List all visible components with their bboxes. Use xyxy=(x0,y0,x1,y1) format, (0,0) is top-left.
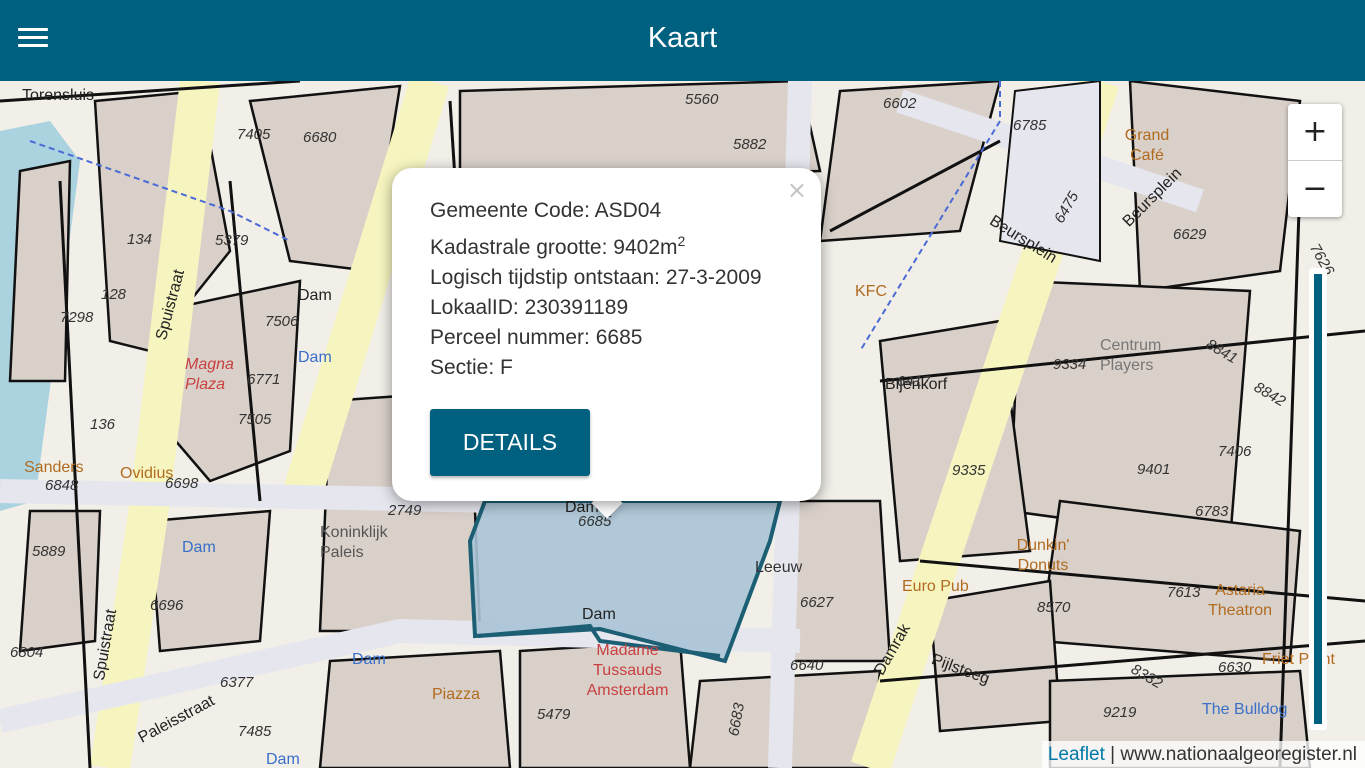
map-attribution: Leaflet | www.nationaalgeoregister.nl xyxy=(1041,741,1365,768)
street-label: Dam xyxy=(298,349,332,366)
parcel-number: 6680 xyxy=(303,129,337,146)
parcel-number: 8570 xyxy=(1037,599,1071,616)
close-icon[interactable]: × xyxy=(787,176,807,204)
parcel-number: 6417 xyxy=(897,373,931,390)
parcel-number: 9335 xyxy=(952,462,986,479)
leaflet-link[interactable]: Leaflet xyxy=(1048,744,1105,765)
gemeente-code-row: Gemeente Code: ASD04 xyxy=(430,199,662,222)
parcel-number: 6785 xyxy=(1013,117,1047,134)
poi-label: Sanders xyxy=(24,459,84,476)
parcel-number: 134 xyxy=(127,231,153,248)
attribution-separator: | xyxy=(1104,744,1121,765)
parcel-number: 9334 xyxy=(1053,356,1087,373)
zoom-control: + − xyxy=(1288,104,1342,217)
parcel-number: 7405 xyxy=(237,126,271,143)
parcel-number: 6848 xyxy=(45,477,79,494)
popup-content: Gemeente Code: ASD04 Kadastrale grootte:… xyxy=(430,196,762,383)
parcel-number: 6630 xyxy=(1218,659,1252,676)
parcel-number: 5560 xyxy=(685,91,719,108)
poi-label: Madame Tussauds Amsterdam xyxy=(586,642,669,699)
parcel-number: 5379 xyxy=(215,232,249,249)
poi-label: Astaria Theatron xyxy=(1207,582,1273,619)
parcel-number: 6783 xyxy=(1195,503,1229,520)
parcel-number: 6629 xyxy=(1173,226,1207,243)
parcel-number: 5889 xyxy=(32,543,66,560)
parcel-number: 7613 xyxy=(1167,584,1201,601)
parcel-number: 7298 xyxy=(60,309,94,326)
parcel-popup: × Gemeente Code: ASD04 Kadastrale groott… xyxy=(392,168,821,501)
parcel-number: 9219 xyxy=(1103,704,1137,721)
zoom-in-button[interactable]: + xyxy=(1288,104,1342,160)
parcel-number: 6804 xyxy=(10,644,44,661)
page-title: Kaart xyxy=(647,22,718,54)
parcel-number: 136 xyxy=(90,416,116,433)
street-label: Dam xyxy=(298,287,332,304)
poi-label: Dunkin' Donuts xyxy=(1016,537,1070,574)
sectie-row: Sectie: F xyxy=(430,356,513,379)
parcel-number: 6377 xyxy=(220,674,254,691)
poi-label: Koninklijk Paleis xyxy=(320,524,388,561)
poi-label: Ovidius xyxy=(120,465,174,482)
street-label: Torensluis xyxy=(22,87,95,104)
street-label: Dam xyxy=(182,539,216,556)
parcel-number: 7485 xyxy=(238,723,272,740)
perceel-nummer-row: Perceel nummer: 6685 xyxy=(430,326,643,349)
parcel-number: 2749 xyxy=(388,502,422,519)
poi-label: Grand Café xyxy=(1124,127,1170,164)
parcel-number: 7406 xyxy=(1218,443,1252,460)
lokaal-id-row: LokaalID: 230391189 xyxy=(430,296,629,319)
zoom-out-button[interactable]: − xyxy=(1288,160,1342,217)
parcel-number: 5882 xyxy=(733,136,767,153)
poi-label: Euro Pub xyxy=(902,578,969,595)
parcel-number: 6640 xyxy=(790,657,824,674)
parcel-number: 6627 xyxy=(800,594,834,611)
poi-label: KFC xyxy=(855,283,887,300)
attribution-source: www.nationaalgeoregister.nl xyxy=(1120,744,1357,765)
poi-label: Magna Plaza xyxy=(185,356,234,393)
zoom-slider-fill xyxy=(1314,274,1322,724)
street-label: Dam xyxy=(266,751,300,768)
app-header: Kaart xyxy=(0,0,1365,81)
zoom-slider[interactable] xyxy=(1309,268,1327,730)
parcel-number: 5479 xyxy=(537,706,571,723)
poi-label: Piazza xyxy=(432,686,481,703)
parcel-number: 7506 xyxy=(265,313,299,330)
tijdstip-ontstaan-row: Logisch tijdstip ontstaan: 27-3-2009 xyxy=(430,266,762,289)
street-label: Dam xyxy=(582,606,616,623)
poi-label: Leeuw xyxy=(755,559,803,576)
poi-label: Centrum Players xyxy=(1100,337,1162,374)
parcel-number: 6696 xyxy=(150,597,184,614)
details-button[interactable]: DETAILS xyxy=(430,409,590,476)
poi-label: The Bulldog xyxy=(1202,701,1288,718)
parcel-number: 6602 xyxy=(883,95,917,112)
parcel-number: 128 xyxy=(101,286,127,303)
parcel-number: 7505 xyxy=(238,411,272,428)
street-label: Dam xyxy=(352,651,386,668)
parcel-number: 9401 xyxy=(1137,461,1171,478)
kadastrale-grootte-row: Kadastrale grootte: 9402m2 xyxy=(430,233,686,259)
